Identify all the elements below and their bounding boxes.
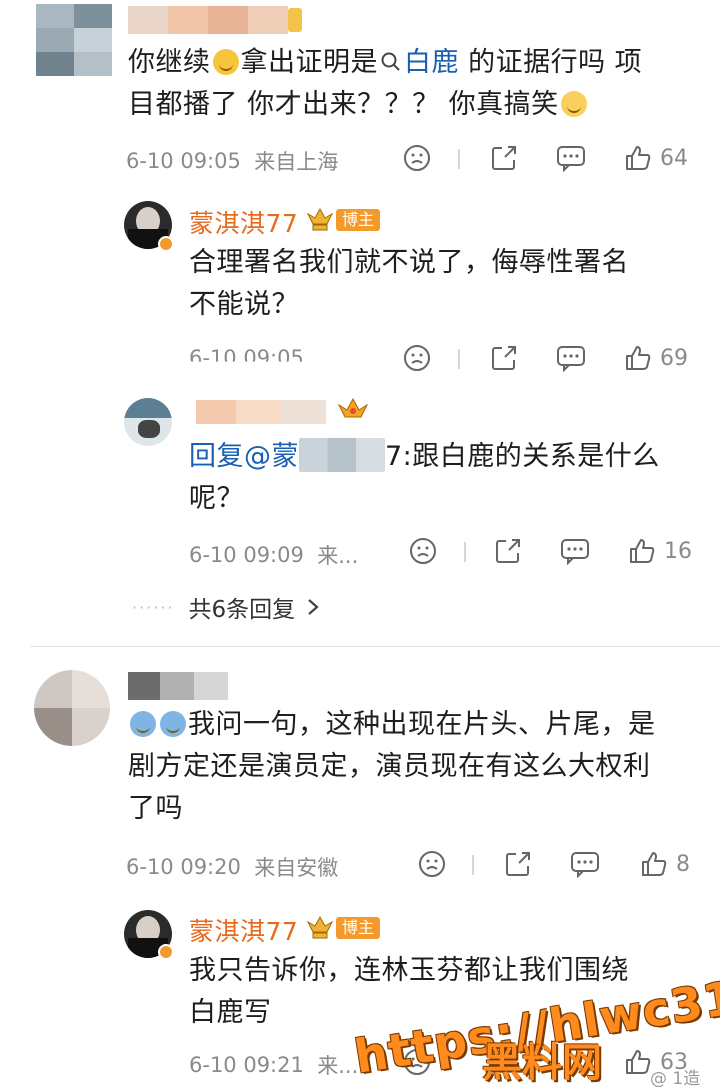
dislike-button[interactable] [409,537,437,565]
share-icon [492,346,516,370]
divider [30,646,720,647]
username-blurred[interactable] [196,400,326,424]
avatar-blurred[interactable] [34,670,110,746]
comment-meta: 6-10 09:05 [189,346,304,370]
verified-badge [158,236,174,252]
comment-text: 你继续 拿出证明是 白鹿 的证据行吗 项 目都播了 你才出来？？？ 你真搞笑 [128,47,643,120]
crown-icon [337,397,369,418]
search-icon [381,52,400,71]
like-thumb-icon [626,346,651,370]
username-blurred[interactable] [128,672,228,700]
comment-meta: 6-10 09:20 来自安徽 [126,855,339,880]
share-button[interactable] [504,850,532,878]
like-button[interactable]: 16 [628,537,692,565]
share-button[interactable] [490,144,518,172]
comment-button[interactable] [556,344,586,372]
avatar-blurred[interactable] [36,4,112,76]
crown-icon [306,207,334,231]
like-thumb-icon [626,146,651,170]
emoji-icon [130,711,156,737]
author-name[interactable]: 蒙淇淇77 [189,204,298,240]
comment-icon [557,146,585,172]
comment-button[interactable] [570,850,600,878]
more-replies-link[interactable]: ······ 共6条回复 [132,590,321,624]
comment-meta: 6-10 09:21 来... [189,1053,359,1078]
comment-meta: 6-10 09:09 来... [189,543,359,568]
crown-icon [306,915,334,939]
share-button[interactable] [494,537,522,565]
emoji-icon [160,711,186,737]
username-blurred[interactable] [128,6,288,34]
verified-badge [158,944,174,960]
comment-button[interactable] [556,144,586,172]
comment-text: 我问一句，这种出现在片头、片尾，是 剧方定还是演员定，演员现在有这么大权利 了吗 [128,709,656,824]
dislike-face-icon [404,345,430,371]
comment-icon [571,852,599,878]
like-thumb-icon [630,539,655,563]
vip-badge-icon [288,8,302,32]
comment-text: 合理署名我们就不说了，侮辱性署名 不能说？ [189,247,629,320]
dislike-face-icon [410,538,436,564]
avatar[interactable] [124,398,172,446]
share-button[interactable] [490,344,518,372]
blogger-badge: 博主 [336,917,381,939]
blogger-badge: 博主 [336,209,381,231]
like-button[interactable]: 64 [624,144,688,172]
share-icon [492,146,516,170]
mention-blurred [299,438,385,472]
comment-button[interactable] [560,537,590,565]
dislike-button[interactable] [403,144,431,172]
comment-meta: 6-10 09:05 来自上海 [126,149,339,174]
like-button[interactable]: 69 [624,344,688,372]
comment-icon [561,539,589,565]
watermark-name: 黑料网 [482,1040,602,1086]
grin-emoji-icon [560,91,587,117]
search-link[interactable]: 白鹿 [378,47,459,78]
emoji-icon [212,49,239,75]
chevron-right-icon [308,599,319,615]
dislike-button[interactable] [403,344,431,372]
like-thumb-icon [626,1050,651,1074]
dislike-face-icon [404,145,430,171]
comment-icon [557,346,585,372]
share-icon [506,852,530,876]
like-button[interactable]: 8 [640,850,690,878]
author-name[interactable]: 蒙淇淇77 [189,912,298,948]
share-icon [496,539,520,563]
dislike-face-icon [419,851,445,877]
watermark-small: @ 1造 [650,1069,701,1089]
dislike-button[interactable] [418,850,446,878]
comment-text: 回复@蒙 7:跟白鹿的关系是什么 呢？ [189,436,709,520]
like-thumb-icon [642,852,667,876]
